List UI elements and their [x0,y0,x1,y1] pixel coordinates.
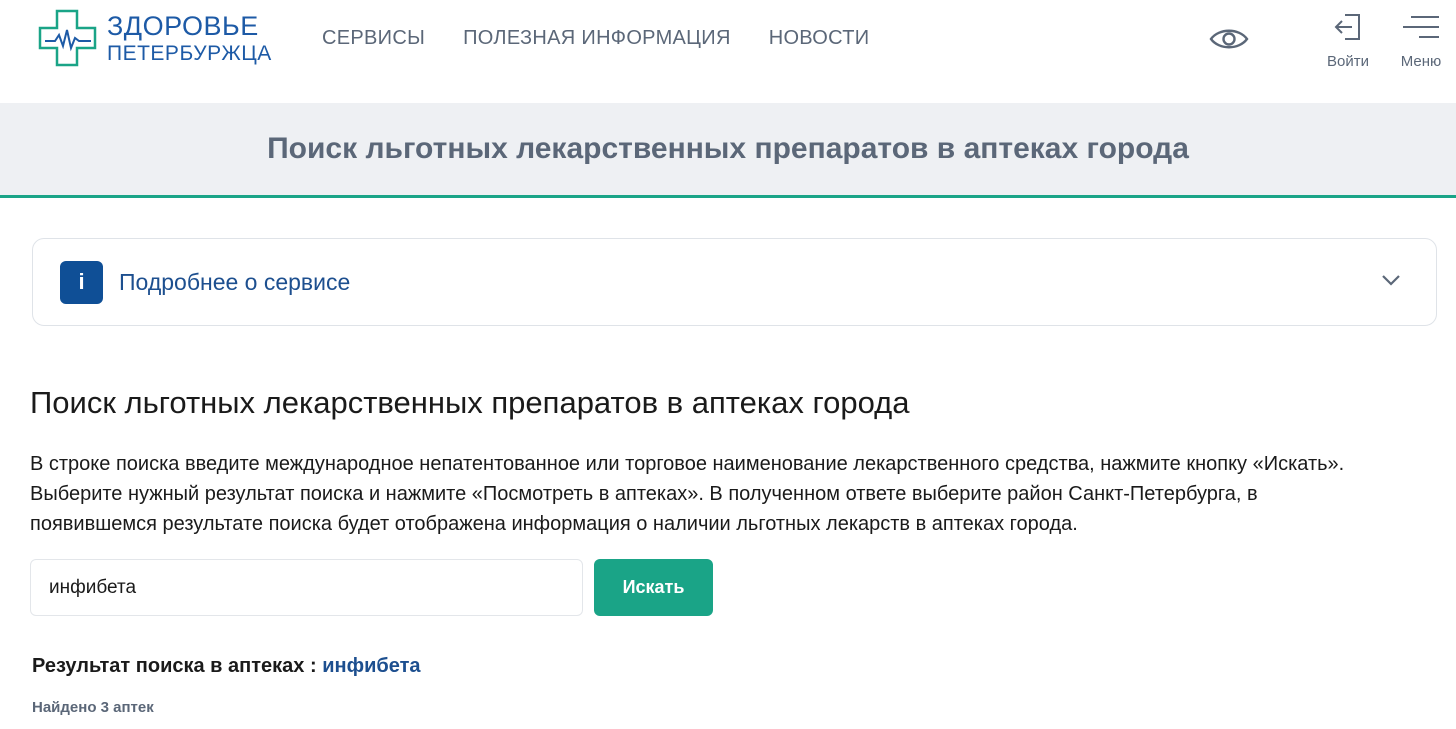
login-button[interactable]: Войти [1318,12,1378,70]
site-header: ЗДОРОВЬЕ ПЕТЕРБУРЖЦА СЕРВИСЫ ПОЛЕЗНАЯ ИН… [0,0,1456,103]
menu-label: Меню [1400,53,1442,70]
description-line: Выберите нужный результат поиска и нажми… [30,483,1258,505]
accessibility-button[interactable] [1209,24,1249,54]
logo-line2: ПЕТЕРБУРЖЦА [107,41,272,65]
nav-item-services[interactable]: СЕРВИСЫ [322,27,425,50]
hamburger-icon [1403,16,1439,38]
search-button[interactable]: Искать [594,559,713,616]
nav-item-useful-info[interactable]: ПОЛЕЗНАЯ ИНФОРМАЦИЯ [463,27,731,50]
search-input[interactable] [30,559,583,616]
menu-button[interactable]: Меню [1392,12,1450,70]
login-arrow-icon [1334,14,1360,40]
found-count: Найдено 3 аптек [32,699,154,716]
search-result-heading: Результат поиска в аптеках : инфибета [32,655,421,678]
login-label: Войти [1327,53,1369,70]
result-query: инфибета [322,655,421,677]
chevron-down-icon[interactable] [1380,272,1402,288]
result-prefix: Результат поиска в аптеках : [32,655,323,677]
title-band: Поиск льготных лекарственных препаратов … [0,103,1456,198]
logo-line1: ЗДОРОВЬЕ [107,10,259,41]
nav-item-news[interactable]: НОВОСТИ [769,27,870,50]
description-line: В строке поиска введите международное не… [30,453,1345,475]
section-title: Поиск льготных лекарственных препаратов … [30,385,910,420]
info-icon: i [60,260,103,304]
main-nav: СЕРВИСЫ ПОЛЕЗНАЯ ИНФОРМАЦИЯ НОВОСТИ [322,27,869,50]
page-title: Поиск льготных лекарственных препаратов … [267,132,1189,165]
site-logo[interactable]: ЗДОРОВЬЕ ПЕТЕРБУРЖЦА [37,8,272,68]
eye-icon [1209,29,1249,49]
medical-cross-heartbeat-logo-icon [37,8,99,68]
service-description: В строке поиска введите международное не… [30,449,1430,539]
logo-text: ЗДОРОВЬЕ ПЕТЕРБУРЖЦА [107,10,272,65]
description-line: появившемся результате поиска будет отоб… [30,513,1078,535]
service-info-label: Подробнее о сервисе [119,268,351,295]
service-info-accordion[interactable]: i Подробнее о сервисе [32,238,1437,326]
